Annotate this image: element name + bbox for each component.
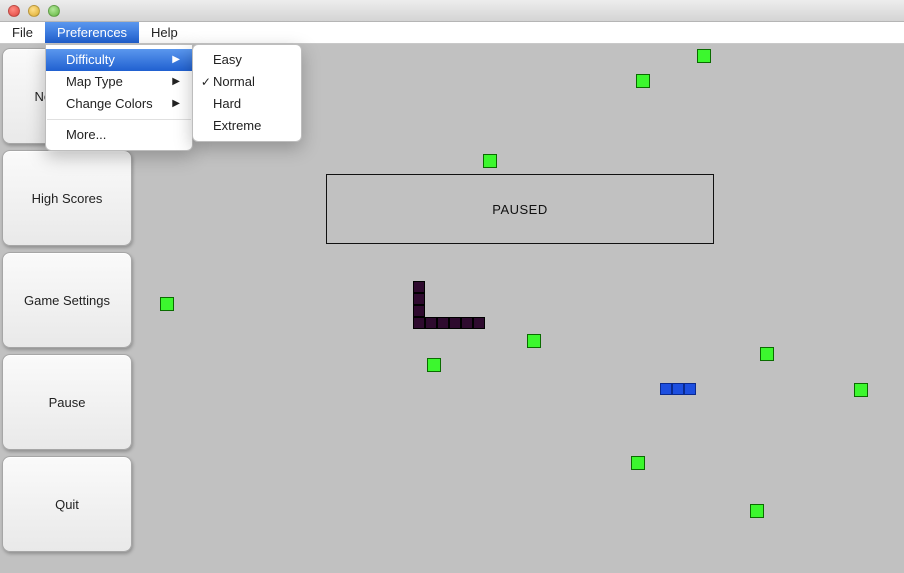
menu-change-colors[interactable]: Change Colors ▶	[46, 93, 192, 115]
game-settings-button[interactable]: Game Settings	[2, 252, 132, 348]
player-segment	[684, 383, 696, 395]
menu-file[interactable]: File	[0, 22, 45, 43]
chevron-right-icon: ▶	[172, 95, 180, 113]
food-pellet	[483, 154, 497, 168]
food-pellet	[160, 297, 174, 311]
check-icon: ✓	[199, 73, 213, 91]
food-pellet	[631, 456, 645, 470]
snake-segment	[413, 293, 425, 305]
quit-button[interactable]: Quit	[2, 456, 132, 552]
food-pellet	[636, 74, 650, 88]
menubar: File Preferences Difficulty ▶ Easy ✓Norm…	[0, 22, 904, 44]
paused-label: PAUSED	[492, 202, 548, 217]
menu-preferences[interactable]: Preferences Difficulty ▶ Easy ✓Normal Ha…	[45, 22, 139, 43]
difficulty-submenu: Easy ✓Normal Hard Extreme	[192, 44, 302, 142]
window-titlebar	[0, 0, 904, 22]
close-icon[interactable]	[8, 5, 20, 17]
food-pellet	[760, 347, 774, 361]
difficulty-extreme[interactable]: Extreme	[193, 115, 301, 137]
player-segment	[660, 383, 672, 395]
snake-segment	[425, 317, 437, 329]
difficulty-easy[interactable]: Easy	[193, 49, 301, 71]
food-pellet	[854, 383, 868, 397]
food-pellet	[527, 334, 541, 348]
food-pellet	[427, 358, 441, 372]
chevron-right-icon: ▶	[172, 73, 180, 91]
snake-segment	[473, 317, 485, 329]
pause-button[interactable]: Pause	[2, 354, 132, 450]
zoom-icon[interactable]	[48, 5, 60, 17]
snake-segment	[413, 281, 425, 293]
snake-segment	[413, 317, 425, 329]
high-scores-button[interactable]: High Scores	[2, 150, 132, 246]
menu-difficulty[interactable]: Difficulty ▶ Easy ✓Normal Hard Extreme	[46, 49, 192, 71]
menu-separator	[47, 119, 191, 120]
snake-segment	[461, 317, 473, 329]
snake-segment	[437, 317, 449, 329]
minimize-icon[interactable]	[28, 5, 40, 17]
snake-segment	[413, 305, 425, 317]
food-pellet	[697, 49, 711, 63]
food-pellet	[750, 504, 764, 518]
menu-map-type[interactable]: Map Type ▶	[46, 71, 192, 93]
paused-overlay: PAUSED	[326, 174, 714, 244]
difficulty-hard[interactable]: Hard	[193, 93, 301, 115]
menu-more[interactable]: More...	[46, 124, 192, 146]
preferences-dropdown: Difficulty ▶ Easy ✓Normal Hard Extreme M…	[45, 44, 193, 151]
difficulty-normal[interactable]: ✓Normal	[193, 71, 301, 93]
chevron-right-icon: ▶	[172, 51, 180, 69]
snake-segment	[449, 317, 461, 329]
menu-help[interactable]: Help	[139, 22, 190, 43]
player-segment	[672, 383, 684, 395]
